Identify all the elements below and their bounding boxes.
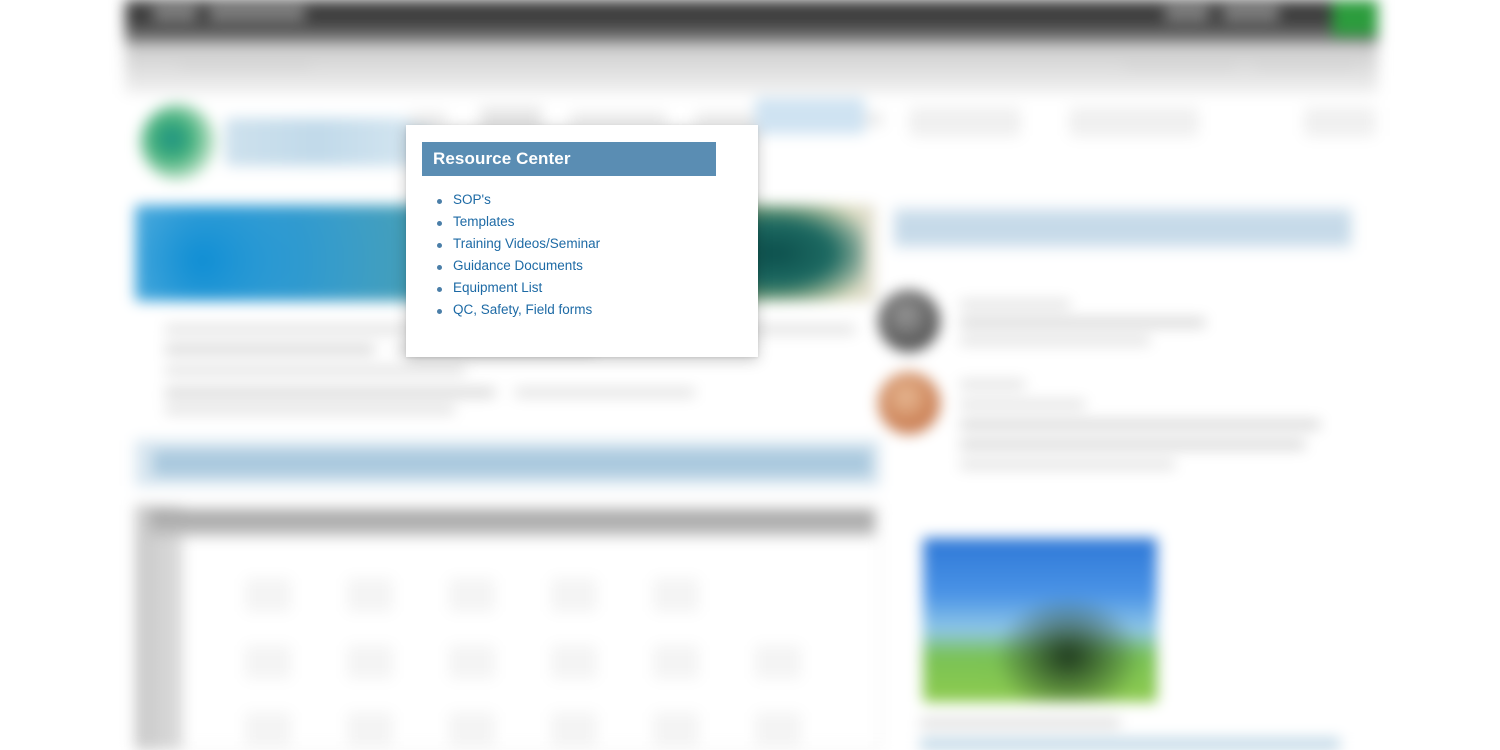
list-item[interactable]: Guidance Documents [434, 255, 746, 277]
calendar-cell[interactable] [653, 578, 699, 612]
calendar-cell[interactable] [449, 645, 495, 679]
sidebar-footer-bar [920, 738, 1340, 750]
site-logo-mark [140, 104, 216, 180]
calendar-title-bar [150, 510, 875, 536]
calendar-cell[interactable] [245, 578, 291, 612]
calendar-cell[interactable] [449, 578, 495, 612]
resource-center-menu: SOP's Templates Training Videos/Seminar … [434, 189, 746, 321]
avatar [878, 372, 940, 434]
sidebar-header-glow [893, 206, 1353, 250]
resource-center-popup: Resource Center SOP's Templates Training… [406, 125, 758, 357]
menu-link-training-videos-seminar[interactable]: Training Videos/Seminar [453, 236, 600, 251]
article-line-2 [165, 345, 375, 354]
utility-link-2[interactable] [209, 7, 305, 20]
calendar-cell[interactable] [551, 712, 597, 746]
utility-link-4[interactable] [1223, 7, 1279, 20]
sidebar-item-1-line-1 [960, 318, 1205, 327]
list-item[interactable]: SOP's [434, 189, 746, 211]
calendar-cell[interactable] [347, 645, 393, 679]
article-line-4 [165, 366, 465, 375]
calendar-cell[interactable] [449, 712, 495, 746]
section-bar-inner[interactable] [153, 450, 871, 476]
sidebar-item-2-line-3 [960, 440, 1305, 449]
blurred-page-background [125, 0, 1378, 750]
calendar-cell[interactable] [653, 645, 699, 679]
article-line-7 [165, 405, 455, 414]
resource-center-header: Resource Center [422, 142, 716, 176]
calendar-sidebar [135, 505, 183, 750]
sidebar-item-2-title [960, 380, 1025, 389]
list-item[interactable]: QC, Safety, Field forms [434, 299, 746, 321]
nav-search-button[interactable] [1305, 108, 1375, 136]
header-text-2 [1125, 60, 1235, 70]
calendar-cell[interactable] [653, 712, 699, 746]
header-text-3 [1255, 60, 1355, 70]
sidebar-item-2-line-4 [960, 460, 1175, 469]
calendar-cell[interactable] [755, 645, 801, 679]
calendar-cell[interactable] [551, 645, 597, 679]
menu-link-templates[interactable]: Templates [453, 214, 515, 229]
utility-action-button[interactable] [1332, 0, 1378, 36]
calendar-cell[interactable] [245, 645, 291, 679]
utility-link-3[interactable] [1165, 7, 1209, 20]
list-item[interactable]: Equipment List [434, 277, 746, 299]
utility-link-1[interactable] [153, 7, 197, 20]
menu-link-guidance-documents[interactable]: Guidance Documents [453, 258, 583, 273]
sidebar-photo-caption [920, 718, 1120, 728]
menu-link-qc-safety-field-forms[interactable]: QC, Safety, Field forms [453, 302, 592, 317]
calendar-cell[interactable] [245, 712, 291, 746]
nav-button-2[interactable] [1070, 108, 1198, 136]
header-text-1 [180, 60, 310, 70]
nav-button-1[interactable] [910, 108, 1020, 136]
menu-link-equipment-list[interactable]: Equipment List [453, 280, 542, 295]
calendar-cell[interactable] [551, 578, 597, 612]
calendar-cell[interactable] [755, 712, 801, 746]
calendar-cell[interactable] [347, 712, 393, 746]
calendar-cell[interactable] [347, 578, 393, 612]
sidebar-item-2-line-2 [960, 420, 1320, 429]
screenshot-root: Resource Center SOP's Templates Training… [0, 0, 1500, 750]
avatar [878, 290, 940, 352]
sidebar-item-1-line-2 [960, 336, 1150, 345]
site-utility-bar-shadow [125, 28, 1378, 42]
popup-title: Resource Center [433, 149, 571, 168]
sidebar-photo [920, 535, 1160, 705]
site-logo-wordmark [225, 118, 430, 166]
article-line-5 [165, 388, 495, 397]
list-item[interactable]: Training Videos/Seminar [434, 233, 746, 255]
sidebar-item-1-title [960, 300, 1070, 309]
article-line-6 [515, 388, 695, 397]
list-item[interactable]: Templates [434, 211, 746, 233]
sidebar-item-2-line-1 [960, 400, 1085, 409]
calendar-action-button[interactable] [755, 98, 865, 134]
menu-link-sops[interactable]: SOP's [453, 192, 491, 207]
